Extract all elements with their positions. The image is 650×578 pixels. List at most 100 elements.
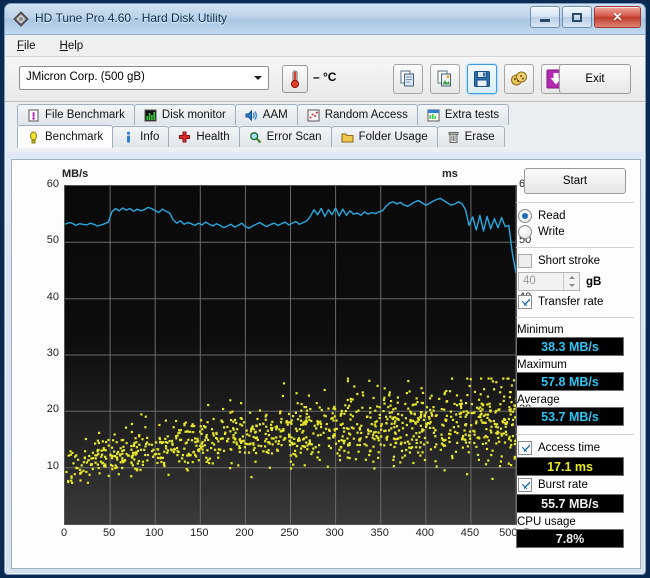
toolbar-buttons: [393, 64, 571, 94]
radio-write[interactable]: Write: [518, 225, 634, 239]
tab-label: Folder Usage: [358, 131, 428, 143]
maximum-label: Maximum: [517, 359, 567, 371]
short-stroke-stepper[interactable]: 40 gB: [518, 272, 634, 291]
drive-select[interactable]: JMicron Corp. (500 gB): [19, 66, 269, 90]
maximize-button[interactable]: [562, 6, 592, 28]
x-tick: 400: [415, 527, 434, 539]
window-title: HD Tune Pro 4.60 - Hard Disk Utility: [35, 11, 228, 25]
floppy-save-icon: [474, 71, 490, 87]
radio-write-indicator[interactable]: [518, 225, 532, 239]
benchmark-panel: MB/s ms 102030405060 102030405060 050100…: [11, 159, 641, 569]
burst-rate-value: 55.7 MB/s: [541, 496, 599, 511]
tab-error-scan[interactable]: Error Scan: [238, 126, 332, 147]
y-tick: 30: [46, 347, 59, 359]
maximum-value-box: 57.8 MB/s: [516, 372, 624, 391]
settings-button[interactable]: [504, 64, 534, 94]
short-stroke-value: 40: [523, 275, 536, 287]
menu-file[interactable]: File: [13, 38, 40, 54]
tab-row-top: File Benchmark Disk monitor AAM Random A…: [17, 104, 510, 125]
tab-erase[interactable]: Erase: [436, 126, 505, 147]
tab-disk-monitor[interactable]: Disk monitor: [133, 104, 236, 125]
transfer-rate-checkbox[interactable]: [518, 295, 532, 309]
menu-help[interactable]: Help: [56, 38, 88, 54]
x-tick: 450: [460, 527, 480, 539]
scatter-icon: [307, 109, 320, 122]
cpu-usage-value-box: 7.8%: [516, 529, 624, 548]
toolbar: JMicron Corp. (500 gB) – °C Exit: [5, 57, 645, 102]
cookies-icon: [511, 71, 527, 86]
file-benchmark-icon: [27, 109, 40, 122]
exit-button[interactable]: Exit: [559, 64, 631, 94]
checkbox-transfer-rate[interactable]: Transfer rate: [518, 295, 634, 309]
burst-rate-checkbox[interactable]: [518, 478, 532, 492]
access-time-label: Access time: [538, 442, 600, 454]
checkbox-burst-rate[interactable]: Burst rate: [518, 478, 634, 492]
folder-icon: [341, 131, 354, 144]
benchmark-chart: MB/s ms 102030405060 102030405060 050100…: [32, 168, 532, 558]
radio-write-label: Write: [538, 226, 565, 238]
average-label: Average: [517, 394, 560, 406]
window-controls: ✕: [530, 6, 641, 28]
short-stroke-label: Short stroke: [538, 255, 600, 267]
control-panel: Start Read Write Short stroke 40 gB Tran…: [516, 166, 634, 562]
tab-aam[interactable]: AAM: [234, 104, 298, 125]
access-time-value-box: 17.1 ms: [516, 457, 624, 476]
thermometer-icon: [290, 70, 300, 89]
magnifier-icon: [249, 131, 262, 144]
radio-read[interactable]: Read: [518, 209, 634, 223]
access-time-value: 17.1 ms: [547, 459, 593, 474]
x-tick: 200: [235, 527, 254, 539]
radio-read-indicator[interactable]: [518, 209, 532, 223]
divider: [516, 202, 634, 203]
bulb-icon: [27, 131, 40, 144]
chevron-down-icon[interactable]: [247, 67, 268, 89]
tab-label: Random Access: [324, 109, 408, 121]
divider: [516, 247, 634, 248]
x-tick: 300: [325, 527, 344, 539]
minimum-label: Minimum: [517, 324, 564, 336]
tab-random-access[interactable]: Random Access: [296, 104, 418, 125]
x-tick: 50: [102, 527, 116, 539]
stepper-up[interactable]: [564, 273, 579, 282]
tab-strip: File Benchmark Disk monitor AAM Random A…: [5, 102, 645, 152]
app-window: HD Tune Pro 4.60 - Hard Disk Utility ✕ F…: [4, 3, 646, 575]
bar-chart-icon: [144, 109, 157, 122]
close-button[interactable]: ✕: [594, 6, 641, 28]
extra-tests-icon: [427, 109, 440, 122]
short-stroke-checkbox[interactable]: [518, 254, 532, 268]
stepper-down[interactable]: [564, 282, 579, 291]
copy-image-button[interactable]: [430, 64, 460, 94]
y-tick: 50: [46, 234, 59, 247]
tab-extra-tests[interactable]: Extra tests: [416, 104, 510, 125]
short-stroke-unit: gB: [586, 275, 602, 288]
divider: [516, 317, 634, 318]
access-time-checkbox[interactable]: [518, 441, 532, 455]
cpu-usage-label: CPU usage: [517, 516, 576, 528]
info-icon: [122, 131, 135, 144]
tab-folder-usage[interactable]: Folder Usage: [330, 126, 438, 147]
stepper-buttons[interactable]: [563, 273, 579, 290]
thermometer-button[interactable]: [282, 65, 308, 93]
tab-health[interactable]: Health: [168, 126, 240, 147]
burst-rate-value-box: 55.7 MB/s: [516, 494, 624, 513]
maximum-value: 57.8 MB/s: [541, 374, 599, 389]
radio-read-label: Read: [538, 210, 566, 222]
x-tick: 250: [280, 527, 299, 539]
minimize-button[interactable]: [530, 6, 560, 28]
tab-benchmark[interactable]: Benchmark: [17, 125, 114, 148]
chart-svg: [65, 186, 516, 524]
copy-button[interactable]: [393, 64, 423, 94]
checkbox-short-stroke[interactable]: Short stroke: [518, 254, 634, 268]
short-stroke-input[interactable]: 40: [518, 272, 580, 291]
checkbox-access-time[interactable]: Access time: [518, 441, 634, 455]
x-tick: 100: [145, 527, 164, 539]
tab-label: Info: [140, 131, 160, 143]
tab-row-bottom: Benchmark Info Health Error Scan Folder …: [17, 125, 505, 148]
tab-label: Error Scan: [266, 131, 322, 143]
tab-label: Erase: [464, 131, 495, 143]
start-button[interactable]: Start: [524, 168, 626, 194]
hdtune-diamond-icon: [13, 11, 29, 27]
save-button[interactable]: [467, 64, 497, 94]
tab-info[interactable]: Info: [112, 126, 170, 147]
tab-file-benchmark[interactable]: File Benchmark: [17, 104, 135, 125]
